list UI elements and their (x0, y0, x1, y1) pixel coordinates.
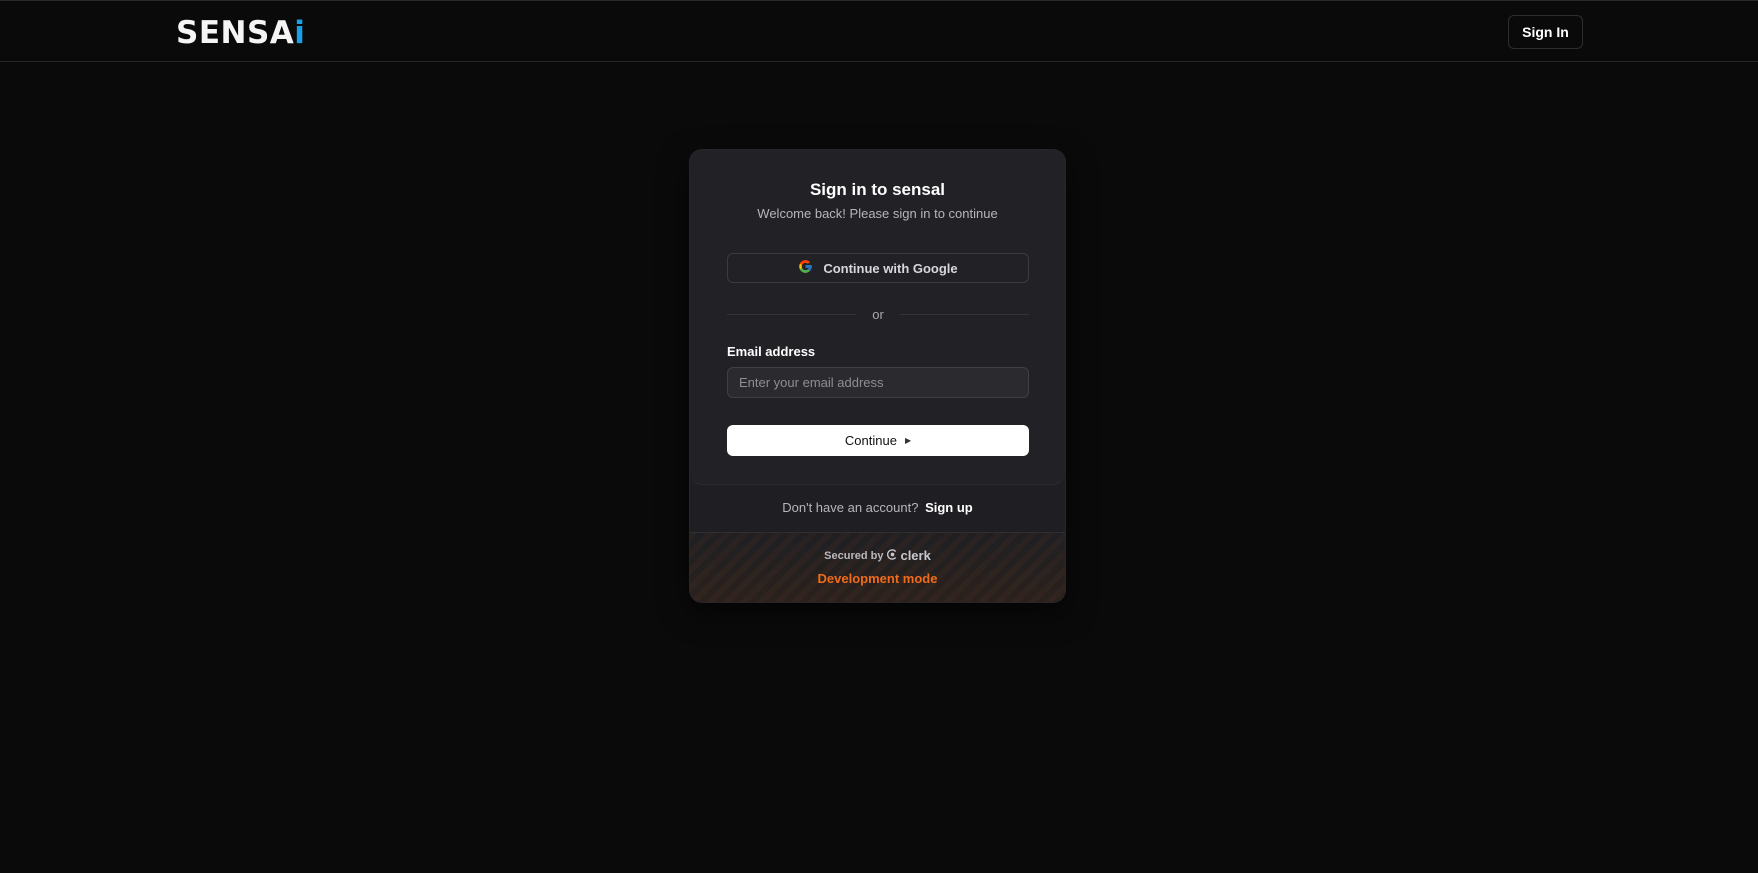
divider-line-right (899, 313, 1029, 315)
sign-in-card-main: Sign in to sensal Welcome back! Please s… (690, 150, 1065, 485)
top-navbar: SENSA i Sign In (0, 0, 1758, 62)
logo-accent-text: i (294, 15, 306, 51)
triangle-right-icon: ▶ (904, 436, 912, 445)
email-input[interactable] (727, 367, 1029, 398)
or-divider: or (727, 306, 1029, 322)
sign-in-title: Sign in to sensal (809, 180, 946, 199)
google-icon (798, 259, 813, 277)
secured-by-row: Secured by clerk (690, 548, 1065, 563)
sign-up-link[interactable]: Sign up (925, 500, 973, 515)
continue-button[interactable]: Continue ▶ (727, 425, 1029, 456)
sign-in-card: Sign in to sensal Welcome back! Please s… (690, 150, 1065, 602)
sign-in-subtitle: Welcome back! Please sign in to continue (757, 206, 998, 221)
sensai-logo[interactable]: SENSA i (176, 15, 305, 51)
email-label: Email address (727, 344, 816, 359)
continue-with-google-button[interactable]: Continue with Google (727, 253, 1029, 283)
divider-text: or (872, 306, 884, 322)
secured-by-text: Secured by (824, 549, 884, 562)
clerk-logo-icon (887, 548, 898, 563)
logo-text: SENSA (176, 15, 295, 51)
development-mode-badge: Development mode (817, 571, 938, 586)
google-button-label: Continue with Google (823, 260, 958, 276)
clerk-link[interactable]: clerk (887, 548, 931, 563)
divider-line-left (727, 313, 857, 315)
signup-prompt-row: Don't have an account? Sign up (690, 500, 1065, 515)
header-sign-in-button[interactable]: Sign In (1508, 15, 1583, 49)
signup-prompt-text: Don't have an account? (782, 500, 919, 515)
continue-button-label: Continue (844, 433, 897, 448)
card-footer: Secured by clerk Development mode (690, 532, 1065, 602)
clerk-name: clerk (900, 548, 931, 563)
